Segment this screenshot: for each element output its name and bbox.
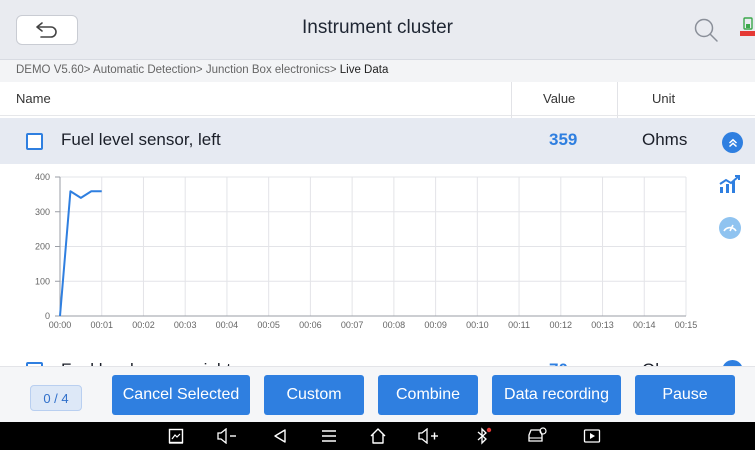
y-tick-label: 400 (35, 172, 50, 182)
breadcrumb-current: Live Data (339, 64, 389, 76)
table-header: Name Value Unit (0, 82, 755, 116)
screenshot-icon[interactable] (166, 426, 186, 446)
live-data-chart: 00:00 00:01 00:02 00:03 00:04 00:05 00:06 00:07… (35, 172, 698, 330)
row-checkbox[interactable] (26, 133, 43, 150)
vci-battery-icon (738, 17, 755, 45)
row-name: Fuel level sensor, left (61, 130, 221, 149)
search-icon[interactable] (692, 16, 720, 44)
x-tick-label: 00:14 (633, 320, 656, 330)
x-tick-label: 00:00 (49, 320, 72, 330)
x-tick-label: 00:08 (383, 320, 406, 330)
app-header: Instrument cluster (0, 0, 755, 60)
pause-button[interactable]: Pause (635, 375, 735, 415)
x-tick-label: 00:04 (216, 320, 239, 330)
x-tick-label: 00:11 (508, 320, 530, 330)
screen-record-icon[interactable] (581, 426, 603, 446)
selection-counter: 0 / 4 (30, 385, 82, 411)
column-header-value: Value (543, 91, 576, 106)
home-nav-icon[interactable] (367, 426, 389, 446)
series-line (59, 190, 102, 317)
y-tick-label: 200 (35, 242, 50, 252)
breadcrumb-path: DEMO V5.60> Automatic Detection> Junctio… (16, 64, 340, 76)
page-title: Instrument cluster (302, 17, 453, 38)
x-tick-label: 00:15 (675, 320, 698, 330)
volume-down-icon[interactable] (215, 426, 241, 446)
x-tick-label: 00:02 (132, 320, 155, 330)
cancel-selected-button[interactable]: Cancel Selected (112, 375, 250, 415)
breadcrumb: DEMO V5.60> Automatic Detection> Junctio… (0, 60, 755, 82)
x-tick-label: 00:03 (174, 320, 197, 330)
data-recording-button[interactable]: Data recording (492, 375, 621, 415)
back-nav-icon[interactable] (270, 426, 290, 446)
x-tick-label: 00:01 (90, 320, 113, 330)
row-value: 359 (549, 130, 578, 149)
column-header-name: Name (16, 91, 51, 106)
x-tick-label: 00:12 (550, 320, 573, 330)
menu-nav-icon[interactable] (318, 426, 340, 446)
y-tick-label: 100 (35, 276, 50, 286)
x-tick-label: 00:10 (466, 320, 489, 330)
x-tick-label: 00:05 (257, 320, 280, 330)
chevron-up-double-icon (728, 138, 737, 147)
vci-icon[interactable] (525, 426, 549, 446)
x-tick-label: 00:13 (591, 320, 614, 330)
system-navigation-bar (0, 422, 755, 450)
x-tick-label: 00:09 (424, 320, 447, 330)
column-header-unit: Unit (652, 91, 676, 106)
row-unit: Ohms (642, 130, 688, 149)
y-tick-label: 0 (45, 311, 50, 321)
custom-button[interactable]: Custom (264, 375, 364, 415)
x-tick-label: 00:06 (299, 320, 322, 330)
collapse-button[interactable] (722, 132, 743, 153)
gauge-view-icon[interactable] (718, 216, 742, 245)
table-row[interactable]: Fuel level sensor, left 359 Ohms (0, 118, 755, 164)
live-data-chart-panel: 00:00 00:01 00:02 00:03 00:04 00:05 00:06 00:07… (0, 164, 755, 348)
y-tick-label: 300 (35, 207, 50, 217)
action-bar: 0 / 4 Cancel Selected Custom Combine Dat… (0, 366, 755, 422)
x-tick-label: 00:07 (341, 320, 364, 330)
bluetooth-icon[interactable] (472, 426, 494, 446)
graph-view-icon[interactable] (718, 174, 742, 199)
volume-up-icon[interactable] (416, 426, 442, 446)
combine-button[interactable]: Combine (378, 375, 478, 415)
